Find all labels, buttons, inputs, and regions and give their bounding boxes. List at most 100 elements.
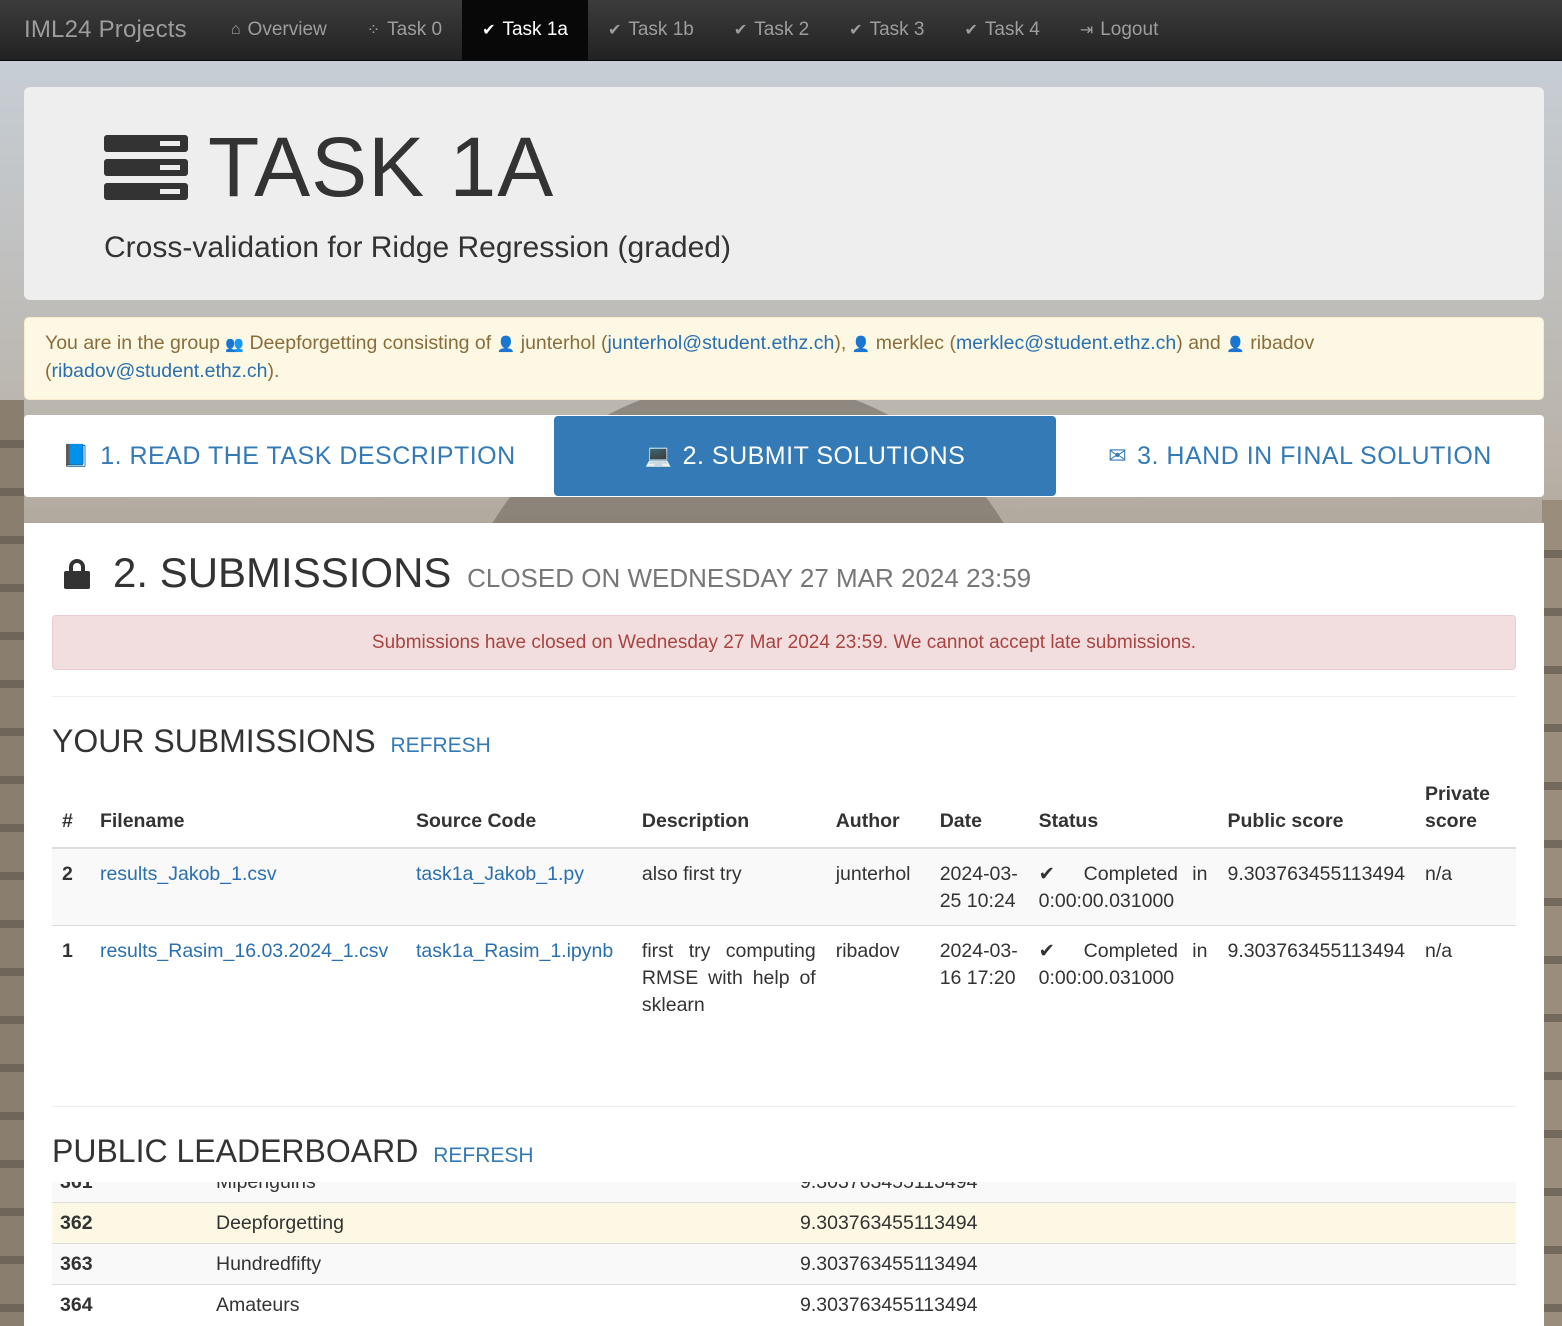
nav-item-task-4[interactable]: ✔ Task 4 <box>945 0 1060 60</box>
top-navbar: IML24 Projects ⌂ Overview ⁘ Task 0 ✔ Tas… <box>0 0 1562 61</box>
nav-item-logout[interactable]: ⇥ Logout <box>1060 0 1179 60</box>
refresh-leaderboard-link[interactable]: REFRESH <box>433 1144 533 1167</box>
group-consisting-text: consisting of <box>382 332 492 354</box>
submission-status: ✔ Completed in 0:00:00.031000 <box>1028 848 1218 926</box>
member-email-link[interactable]: junterhol@student.ethz.ch <box>607 332 834 354</box>
check-icon: ✔ <box>1038 940 1055 962</box>
table-row: 1 results_Rasim_16.03.2024_1.csv task1a_… <box>52 925 1516 1029</box>
source-code-link[interactable]: task1a_Rasim_1.ipynb <box>416 940 613 962</box>
background-building-right <box>1542 500 1562 1326</box>
leaderboard-scroll[interactable]: 361 Mipenguins 9.303763455113494 362 Dee… <box>52 1182 1516 1326</box>
leaderboard-table: 361 Mipenguins 9.303763455113494 362 Dee… <box>52 1182 1516 1326</box>
background-building-left <box>0 400 24 1326</box>
col-header: Public score <box>1217 781 1415 849</box>
laptop-icon: 💻 <box>644 443 673 468</box>
nav-item-label: Task 1b <box>628 19 694 40</box>
submission-date: 2024-03-25 10:24 <box>929 848 1029 926</box>
member-name: ribadov <box>1250 332 1315 354</box>
leaderboard-row: 364 Amateurs 9.303763455113494 <box>52 1284 1516 1326</box>
submissions-panel: 2. SUBMISSIONS CLOSED ON WEDNESDAY 27 MA… <box>24 523 1544 1326</box>
submission-description: first try computing RMSE with help of sk… <box>631 925 826 1029</box>
col-header: Status <box>1028 781 1218 849</box>
leaderboard-row: 361 Mipenguins 9.303763455113494 <box>52 1182 1516 1203</box>
status-text: Completed in 0:00:00.031000 <box>1038 940 1208 989</box>
nav-item-label: Task 0 <box>387 19 443 40</box>
col-header: Filename <box>89 781 406 849</box>
col-header: Source Code <box>405 781 632 849</box>
rank: 364 <box>52 1284 208 1326</box>
nav-item-label: Task 4 <box>984 19 1040 40</box>
col-header: # <box>52 781 90 849</box>
your-submissions-heading: YOUR SUBMISSIONS REFRESH <box>52 723 491 760</box>
team-name: Amateurs <box>208 1284 792 1326</box>
nav-item-label: Task 3 <box>869 19 925 40</box>
closed-alert: Submissions have closed on Wednesday 27 … <box>52 615 1516 670</box>
member-email-link[interactable]: merklec@student.ethz.ch <box>956 332 1176 354</box>
logout-icon: ⇥ <box>1079 22 1094 39</box>
nav-item-task-1b[interactable]: ✔ Task 1b <box>588 0 714 60</box>
table-header-row: # Filename Source Code Description Autho… <box>52 781 1516 849</box>
submission-author: junterhol <box>825 848 930 926</box>
group-prefix-text: You are in the group <box>45 332 220 354</box>
col-header: Description <box>631 781 826 849</box>
member-name: merklec <box>875 332 945 354</box>
check-icon: ✔ <box>849 22 863 39</box>
score: 9.303763455113494 <box>792 1182 1516 1203</box>
submissions-table: # Filename Source Code Description Autho… <box>52 781 1516 1029</box>
submission-description: also first try <box>631 848 826 926</box>
nav-item-task-3[interactable]: ✔ Task 3 <box>829 0 944 60</box>
status-text: Completed in 0:00:00.031000 <box>1038 863 1208 912</box>
tab-read-description[interactable]: 📘 1. READ THE TASK DESCRIPTION <box>24 415 554 497</box>
tab-label: 3. HAND IN FINAL SOLUTION <box>1137 441 1492 470</box>
team-name: Mipenguins <box>208 1182 792 1203</box>
member-name: junterhol <box>520 332 596 354</box>
tab-submit-solutions[interactable]: 💻 2. SUBMIT SOLUTIONS <box>554 416 1056 496</box>
submission-status: ✔ Completed in 0:00:00.031000 <box>1028 925 1218 1029</box>
table-row: 2 results_Jakob_1.csv task1a_Jakob_1.py … <box>52 848 1516 926</box>
nav-item-label: Task 2 <box>754 19 810 40</box>
public-score: 9.303763455113494 <box>1217 925 1415 1029</box>
brand-link[interactable]: IML24 Projects <box>0 0 211 60</box>
and-text: and <box>1188 332 1221 354</box>
private-score: n/a <box>1414 848 1516 926</box>
spinner-icon: ⁘ <box>366 22 381 39</box>
score: 9.303763455113494 <box>792 1202 1516 1244</box>
page-subtitle: Cross-validation for Ridge Regression (g… <box>104 231 731 264</box>
users-icon: 👥 <box>225 336 245 353</box>
nav-item-task-2[interactable]: ✔ Task 2 <box>714 0 829 60</box>
nav-item-task-0[interactable]: ⁘ Task 0 <box>347 0 462 60</box>
nav-item-task-1a[interactable]: ✔ Task 1a <box>462 0 588 60</box>
rank: 363 <box>52 1243 208 1285</box>
check-icon: ✔ <box>733 22 748 39</box>
tasks-icon <box>104 135 188 201</box>
refresh-submissions-link[interactable]: REFRESH <box>391 734 491 757</box>
score: 9.303763455113494 <box>792 1243 1516 1285</box>
section-title: 2. SUBMISSIONS CLOSED ON WEDNESDAY 27 MA… <box>113 549 1031 597</box>
lock-icon <box>64 559 90 589</box>
user-icon: 👤 <box>496 336 516 353</box>
col-header: Date <box>929 781 1029 849</box>
submission-number: 1 <box>52 925 90 1029</box>
section-title-text: 2. SUBMISSIONS <box>113 549 452 596</box>
filename-link[interactable]: results_Jakob_1.csv <box>100 863 277 885</box>
team-name: Deepforgetting <box>208 1202 792 1244</box>
public-score: 9.303763455113494 <box>1217 848 1415 926</box>
closed-date-text: CLOSED ON WEDNESDAY 27 MAR 2024 23:59 <box>467 563 1032 593</box>
nav-item-label: Overview <box>247 19 327 40</box>
leaderboard-row-own: 362 Deepforgetting 9.303763455113494 <box>52 1202 1516 1244</box>
nav-item-overview[interactable]: ⌂ Overview <box>211 0 347 60</box>
group-name: Deepforgetting <box>249 332 378 354</box>
leaderboard-title: PUBLIC LEADERBOARD <box>52 1133 419 1169</box>
source-code-link[interactable]: task1a_Jakob_1.py <box>416 863 584 885</box>
group-info-alert: You are in the group 👥 Deepforgetting co… <box>24 317 1544 400</box>
tab-hand-in-final[interactable]: ✉ 3. HAND IN FINAL SOLUTION <box>1056 415 1544 497</box>
user-icon: 👤 <box>1226 336 1245 353</box>
rank: 361 <box>52 1182 208 1203</box>
filename-link[interactable]: results_Rasim_16.03.2024_1.csv <box>100 940 388 962</box>
submission-author: ribadov <box>825 925 930 1029</box>
member-email-link[interactable]: ribadov@student.ethz.ch <box>52 360 268 382</box>
rank: 362 <box>52 1202 208 1244</box>
page-title: TASK 1A <box>208 120 555 214</box>
private-score: n/a <box>1414 925 1516 1029</box>
nav-item-label: Logout <box>1100 19 1159 40</box>
